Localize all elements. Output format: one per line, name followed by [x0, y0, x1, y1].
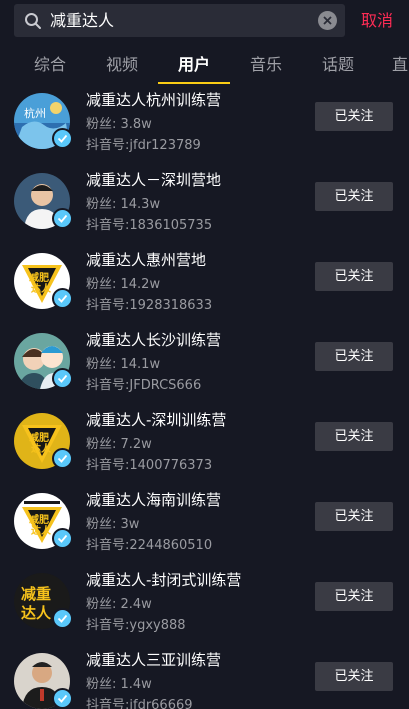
tab-live[interactable]: 直 — [374, 44, 409, 86]
tab-bar: 综合 视频 用户 音乐 话题 直 — [0, 44, 409, 86]
followed-button[interactable]: 已关注 — [315, 342, 393, 371]
user-name: 减重达人三亚训练营 — [86, 651, 222, 669]
list-item[interactable]: 减重达人－深圳营地 粉丝: 14.3w 抖音号:1836105735 已关注 — [0, 165, 409, 245]
clear-icon[interactable] — [318, 11, 337, 30]
list-item[interactable]: 杭州 减重达人杭州训练营 粉丝: 3.8w 抖音号:jfdr123789 已关注 — [0, 85, 409, 165]
followed-button[interactable]: 已关注 — [315, 502, 393, 531]
tab-users[interactable]: 用户 — [158, 44, 230, 86]
cancel-button[interactable]: 取消 — [361, 4, 393, 37]
follower-count: 粉丝: 2.4w — [86, 597, 152, 612]
user-name: 减重达人-封闭式训练营 — [86, 571, 242, 589]
list-item[interactable]: 减重达人长沙训练营 粉丝: 14.1w 抖音号:JFDRCS666 已关注 — [0, 325, 409, 405]
list-item[interactable]: 减重 达人 减重达人-封闭式训练营 粉丝: 2.4w 抖音号:ygxy888 已… — [0, 565, 409, 645]
followed-button[interactable]: 已关注 — [315, 422, 393, 451]
list-item[interactable]: 减肥 达人 减重达人海南训练营 粉丝: 3w 抖音号:2244860510 已关… — [0, 485, 409, 565]
search-bar: 减重达人 取消 — [0, 0, 409, 40]
followed-button[interactable]: 已关注 — [315, 582, 393, 611]
douyin-id: 抖音号:jfdr123789 — [86, 138, 201, 153]
list-item[interactable]: 减肥 达人 减重达人-深圳训练营 粉丝: 7.2w 抖音号:1400776373… — [0, 405, 409, 485]
search-icon — [24, 12, 42, 30]
follower-count: 粉丝: 14.3w — [86, 197, 161, 212]
avatar-logo-text: 达人 — [21, 604, 52, 622]
tab-music[interactable]: 音乐 — [230, 44, 302, 86]
followed-button[interactable]: 已关注 — [315, 102, 393, 131]
tab-topics[interactable]: 话题 — [302, 44, 374, 86]
user-name: 减重达人长沙训练营 — [86, 331, 222, 349]
douyin-id: 抖音号:2244860510 — [86, 538, 213, 553]
follower-count: 粉丝: 7.2w — [86, 437, 152, 452]
follower-count: 粉丝: 14.2w — [86, 277, 161, 292]
douyin-id: 抖音号:ygxy888 — [86, 618, 186, 633]
verified-badge-icon — [52, 688, 73, 709]
avatar-logo-text: 减重 — [21, 585, 51, 603]
follower-count: 粉丝: 3.8w — [86, 117, 152, 132]
follower-count: 粉丝: 14.1w — [86, 357, 161, 372]
user-name: 减重达人惠州营地 — [86, 251, 207, 269]
avatar-logo-text: 达人 — [31, 282, 52, 295]
avatar-logo-text: 减肥 — [29, 513, 49, 526]
douyin-id: 抖音号:1400776373 — [86, 458, 213, 473]
verified-badge-icon — [52, 288, 73, 309]
followed-button[interactable]: 已关注 — [315, 662, 393, 691]
verified-badge-icon — [52, 128, 73, 149]
verified-badge-icon — [52, 208, 73, 229]
douyin-id: 抖音号:1836105735 — [86, 218, 213, 233]
avatar-logo-text: 减肥 — [29, 431, 49, 444]
avatar-logo-text: 达人 — [31, 442, 52, 455]
list-item[interactable]: 减肥 达人 减重达人惠州营地 粉丝: 14.2w 抖音号:1928318633 … — [0, 245, 409, 325]
search-box[interactable]: 减重达人 — [14, 4, 345, 37]
search-input[interactable]: 减重达人 — [50, 4, 114, 37]
tab-comprehensive[interactable]: 综合 — [14, 44, 86, 86]
tab-videos[interactable]: 视频 — [86, 44, 158, 86]
verified-badge-icon — [52, 528, 73, 549]
avatar-logo-text: 达人 — [31, 524, 52, 537]
douyin-id: 抖音号:jfdr66669 — [86, 698, 193, 709]
verified-badge-icon — [52, 448, 73, 469]
user-name: 减重达人海南训练营 — [86, 491, 222, 509]
avatar-logo-text: 减肥 — [29, 271, 49, 284]
followed-button[interactable]: 已关注 — [315, 262, 393, 291]
user-name: 减重达人杭州训练营 — [86, 91, 222, 109]
verified-badge-icon — [52, 608, 73, 629]
user-name: 减重达人－深圳营地 — [86, 171, 222, 189]
follower-count: 粉丝: 3w — [86, 517, 140, 532]
douyin-id: 抖音号:JFDRCS666 — [86, 378, 202, 393]
follower-count: 粉丝: 1.4w — [86, 677, 152, 692]
svg-text:杭州: 杭州 — [24, 106, 46, 120]
followed-button[interactable]: 已关注 — [315, 182, 393, 211]
list-item[interactable]: 减重达人三亚训练营 粉丝: 1.4w 抖音号:jfdr66669 已关注 — [0, 645, 409, 709]
active-tab-indicator — [158, 82, 230, 84]
douyin-id: 抖音号:1928318633 — [86, 298, 213, 313]
verified-badge-icon — [52, 368, 73, 389]
user-name: 减重达人-深圳训练营 — [86, 411, 227, 429]
